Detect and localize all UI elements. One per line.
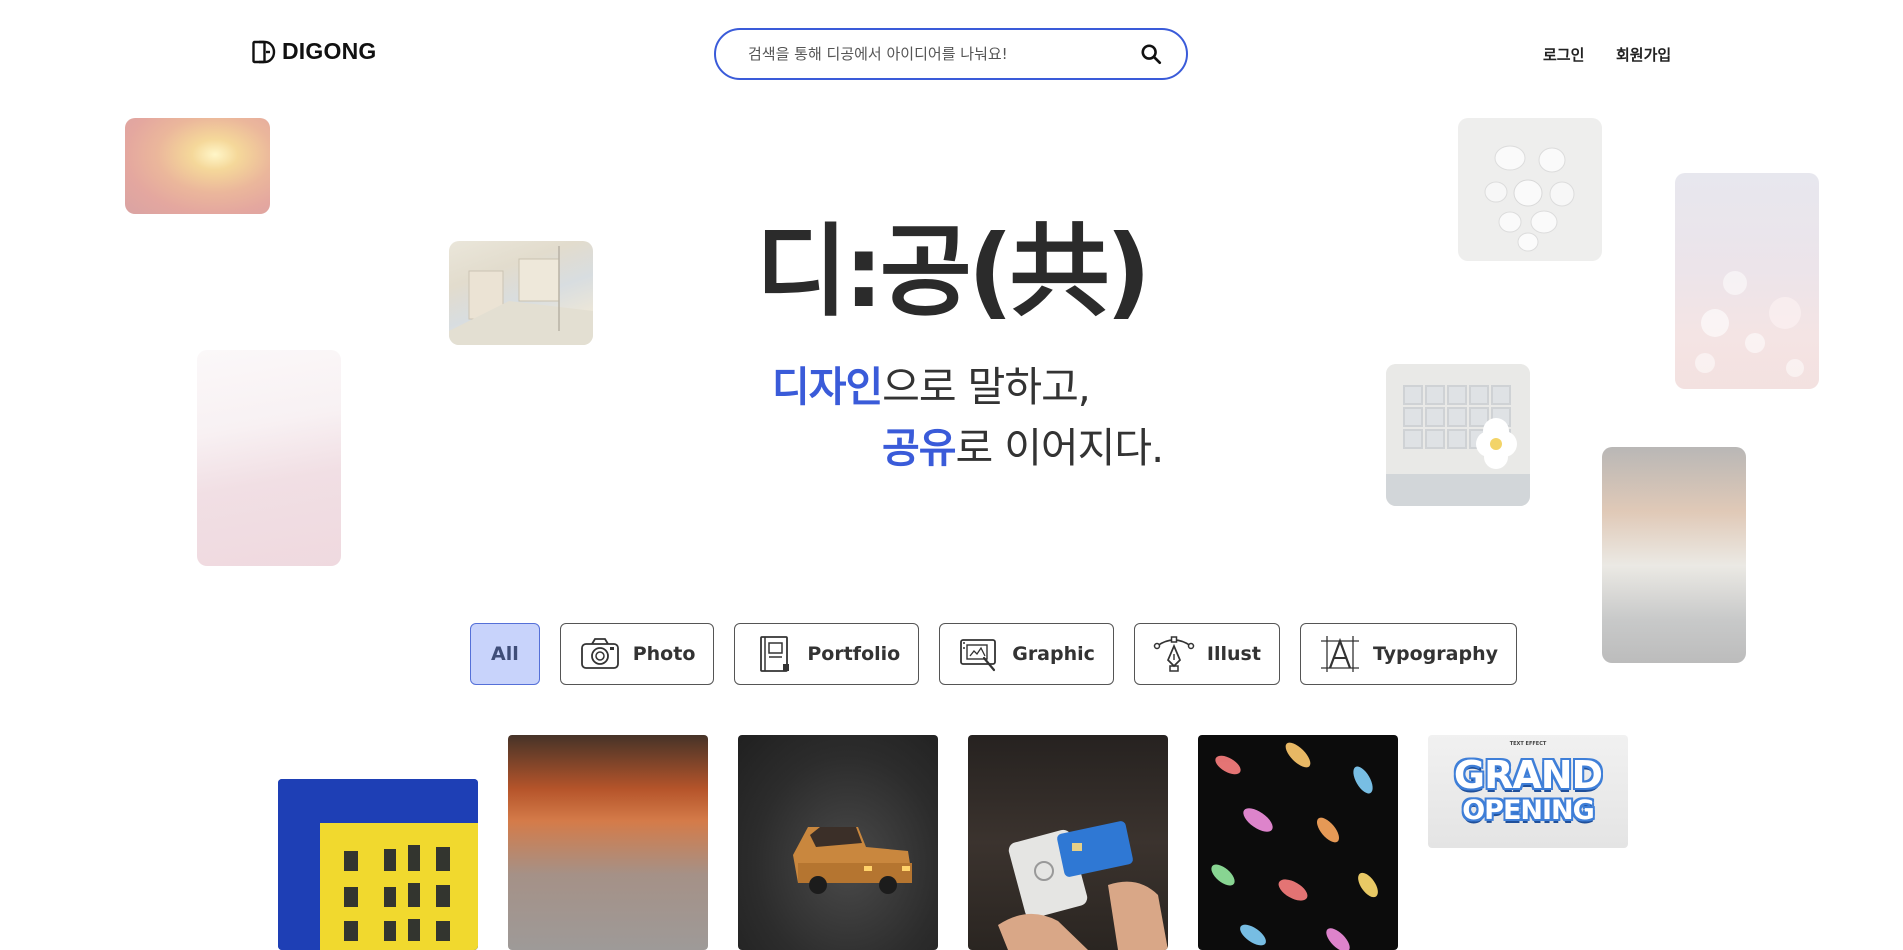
search-icon — [1141, 44, 1162, 65]
fish-pattern-shape — [1211, 742, 1378, 950]
pen-tool-icon — [1153, 636, 1195, 672]
category-photo[interactable]: Photo — [559, 623, 715, 685]
tagline-highlight-design: 디자인 — [772, 363, 883, 411]
graphic-tablet-icon — [960, 639, 997, 672]
category-portfolio-label: Portfolio — [807, 643, 901, 665]
category-portfolio[interactable]: Portfolio — [734, 623, 920, 685]
search-bar[interactable] — [714, 28, 1188, 80]
typography-icon — [1320, 636, 1359, 672]
gallery-card-orange-glass[interactable] — [508, 735, 708, 950]
hero-title: 디:공(共) — [755, 213, 1151, 330]
camera-icon — [580, 638, 619, 669]
category-illust[interactable]: Illust — [1133, 623, 1280, 685]
tagline-highlight-share: 공유 — [882, 424, 956, 472]
category-graphic-label: Graphic — [1012, 643, 1095, 665]
floating-image-frosted-glass — [1602, 447, 1746, 663]
signup-link[interactable]: 회원가입 — [1616, 44, 1671, 65]
category-all-label: All — [491, 643, 519, 665]
gallery-card-fish-pattern[interactable] — [1198, 735, 1398, 950]
grand-opening-line1: GRAND — [1453, 753, 1603, 797]
category-graphic[interactable]: Graphic — [939, 623, 1114, 685]
logo[interactable]: DIGONG — [252, 38, 376, 65]
category-illust-label: Illust — [1206, 643, 1261, 665]
grand-opening-caption: TEXT EFFECT — [1509, 741, 1547, 747]
gallery-card-card-payment[interactable] — [968, 735, 1168, 950]
tagline-text-1: 으로 말하고, — [882, 363, 1091, 411]
window-flower-shape — [1386, 364, 1530, 506]
login-link[interactable]: 로그인 — [1543, 44, 1584, 65]
gallery-card-grand-opening[interactable]: TEXT EFFECT GRAND OPENING — [1428, 735, 1628, 848]
gallery-card-toy-car[interactable] — [738, 735, 938, 950]
toy-car-shape — [793, 827, 912, 894]
floating-image-pink-texture — [197, 350, 341, 566]
category-typography[interactable]: Typography — [1299, 623, 1517, 685]
card-payment-shape — [998, 821, 1168, 950]
logo-mark-icon — [252, 40, 276, 63]
hero-tagline-line1: 디자인으로 말하고, — [772, 353, 1091, 413]
floating-image-window-flower — [1386, 364, 1530, 506]
yellow-building-shape — [278, 779, 478, 950]
tagline-text-2: 로 이어지다. — [955, 424, 1164, 472]
portfolio-book-icon — [760, 636, 790, 672]
gallery-card-yellow-building[interactable] — [278, 779, 478, 950]
category-all[interactable]: All — [470, 623, 540, 685]
category-filter-bar: All Photo Portfolio Graphic Illust Typog… — [470, 623, 1517, 685]
category-typography-label: Typography — [1372, 643, 1498, 665]
category-photo-label: Photo — [632, 643, 696, 665]
search-button[interactable] — [1138, 41, 1164, 67]
hero-tagline-line2: 공유로 이어지다. — [882, 414, 1164, 474]
grand-opening-line2: OPENING — [1462, 795, 1595, 826]
floating-image-sunset — [125, 118, 270, 214]
search-input[interactable] — [746, 44, 1138, 64]
logo-text: DIGONG — [282, 38, 377, 64]
